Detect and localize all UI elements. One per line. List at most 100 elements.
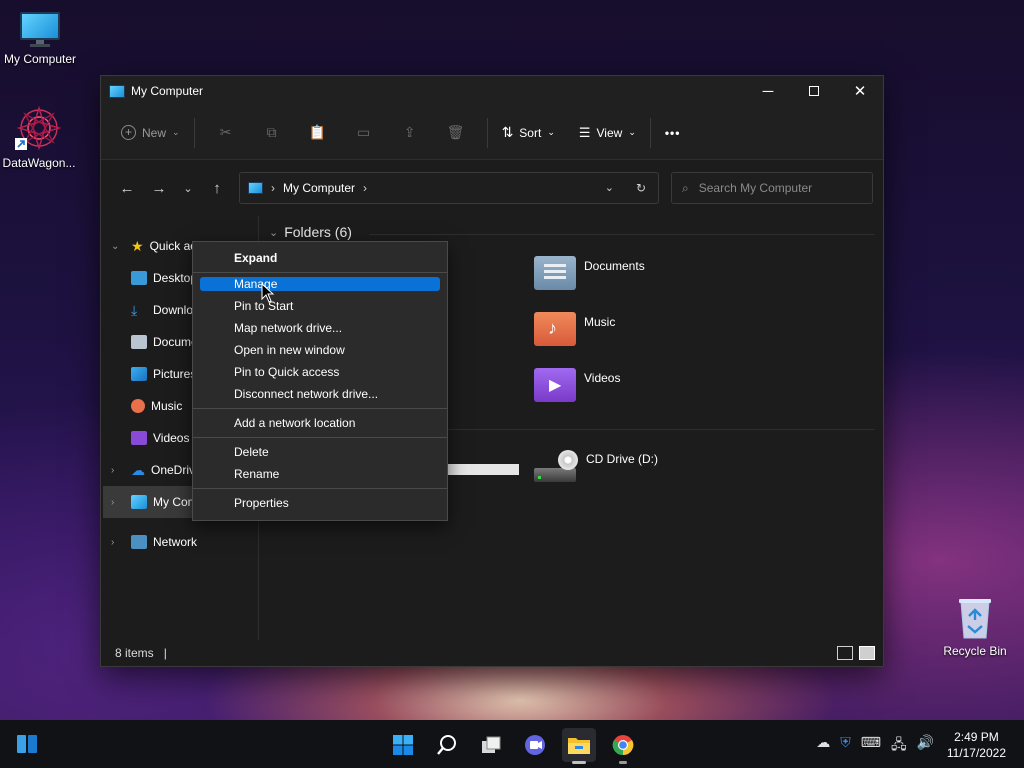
menu-item-manage[interactable]: Manage bbox=[200, 277, 440, 291]
group-divider bbox=[369, 234, 875, 235]
star-icon: ★ bbox=[131, 237, 144, 254]
widgets-button[interactable] bbox=[16, 733, 38, 755]
taskbar: ☁ ⛨ ⌨ 🖧 🔊 2:49 PM 11/17/2022 bbox=[0, 720, 1024, 768]
menu-item-add-network-location[interactable]: Add a network location bbox=[200, 412, 440, 434]
cut-button[interactable]: ✂ bbox=[203, 118, 249, 148]
drive-cd[interactable]: CD Drive (D:) bbox=[534, 448, 658, 484]
chevron-down-icon: ⌄ bbox=[111, 240, 120, 252]
sidebar-item-label: Music bbox=[151, 399, 183, 413]
cd-drive-icon bbox=[534, 448, 578, 484]
arrow-up-icon: ↑ bbox=[213, 179, 221, 197]
task-view-button[interactable] bbox=[474, 728, 508, 762]
arrow-left-icon: ← bbox=[119, 179, 135, 197]
trash-icon: 🗑 bbox=[446, 124, 465, 140]
up-button[interactable]: ↑ bbox=[201, 173, 233, 203]
title-bar[interactable]: My Computer ─ ✕ bbox=[101, 76, 883, 106]
menu-item-map-network-drive[interactable]: Map network drive... bbox=[200, 317, 440, 339]
recycle-bin-icon bbox=[955, 596, 995, 640]
videos-folder-icon: ▶ bbox=[534, 368, 576, 402]
videos-icon bbox=[131, 431, 147, 445]
folder-music[interactable]: ♪ Music bbox=[534, 312, 615, 346]
breadcrumb-chevron-icon: › bbox=[271, 181, 275, 195]
clock[interactable]: 2:49 PM 11/17/2022 bbox=[947, 729, 1006, 761]
monitor-icon bbox=[248, 182, 263, 194]
arrow-right-icon: → bbox=[151, 179, 167, 197]
volume-icon[interactable]: 🔊 bbox=[917, 734, 934, 758]
sidebar-item-label: Pictures bbox=[153, 367, 197, 381]
search-input[interactable]: ⌕ Search My Computer bbox=[671, 172, 873, 204]
menu-item-delete[interactable]: Delete bbox=[200, 441, 440, 463]
minimize-button[interactable]: ─ bbox=[745, 76, 791, 106]
minimize-icon: ─ bbox=[762, 82, 774, 100]
menu-item-pin-to-quick-access[interactable]: Pin to Quick access bbox=[200, 361, 440, 383]
folder-label: Documents bbox=[584, 259, 645, 273]
network-icon[interactable]: 🖧 bbox=[891, 734, 907, 758]
menu-separator bbox=[193, 488, 447, 489]
teams-chat-icon bbox=[525, 735, 545, 755]
keyboard-icon[interactable]: ⌨ bbox=[861, 734, 881, 758]
desktop-icon-datawagon[interactable]: DataWagon... bbox=[0, 104, 79, 170]
sort-label: Sort bbox=[519, 125, 542, 140]
desktop-icon-recycle-bin[interactable]: Recycle Bin bbox=[935, 596, 1015, 658]
address-dropdown-icon[interactable]: ⌄ bbox=[605, 181, 614, 195]
paste-button[interactable]: 📋 bbox=[295, 118, 341, 148]
close-button[interactable]: ✕ bbox=[837, 76, 883, 106]
file-explorer-icon bbox=[568, 738, 590, 754]
menu-item-properties[interactable]: Properties bbox=[200, 492, 440, 514]
forward-button[interactable]: → bbox=[143, 173, 175, 203]
sort-button[interactable]: ⇅ Sort ⌄ bbox=[496, 118, 561, 148]
search-icon: ⌕ bbox=[682, 180, 689, 195]
address-bar[interactable]: › My Computer › ⌄ ↻ bbox=[239, 172, 659, 204]
search-button[interactable] bbox=[430, 728, 464, 762]
view-button[interactable]: ☰ View ⌄ bbox=[573, 118, 642, 148]
chat-button[interactable] bbox=[518, 728, 552, 762]
folder-videos[interactable]: ▶ Videos bbox=[534, 368, 620, 402]
group-header[interactable]: ⌄ Folders (6) bbox=[269, 224, 352, 240]
desktop-icon-label: DataWagon... bbox=[2, 156, 76, 170]
cloud-offline-icon[interactable]: ☁ bbox=[816, 734, 830, 758]
file-explorer-button[interactable] bbox=[562, 728, 596, 764]
maximize-button[interactable] bbox=[791, 76, 837, 106]
back-button[interactable]: ← bbox=[111, 173, 143, 203]
close-icon: ✕ bbox=[853, 83, 867, 100]
start-button[interactable] bbox=[386, 728, 420, 762]
more-dots-icon: ••• bbox=[664, 125, 681, 140]
sidebar-item-network[interactable]: › Network bbox=[101, 526, 258, 558]
chrome-button[interactable] bbox=[606, 728, 640, 764]
clock-time: 2:49 PM bbox=[954, 730, 999, 744]
menu-item-expand[interactable]: Expand bbox=[200, 246, 440, 269]
copy-button[interactable]: ⧉ bbox=[249, 118, 295, 148]
breadcrumb[interactable]: My Computer bbox=[283, 181, 355, 195]
folder-documents[interactable]: Documents bbox=[534, 256, 645, 290]
chevron-right-icon: › bbox=[111, 496, 115, 508]
documents-folder-icon bbox=[534, 256, 576, 290]
monitor-icon bbox=[131, 495, 147, 509]
menu-item-open-in-new-window[interactable]: Open in new window bbox=[200, 339, 440, 361]
tiles-view-icon[interactable] bbox=[859, 646, 875, 660]
chevron-right-icon: › bbox=[111, 464, 115, 476]
menu-item-pin-to-start[interactable]: Pin to Start bbox=[200, 295, 440, 317]
desktop-icon-my-computer[interactable]: My Computer bbox=[0, 10, 80, 66]
chevron-down-icon: ⌄ bbox=[172, 127, 180, 137]
view-list-icon: ☰ bbox=[578, 124, 591, 140]
sort-arrows-icon: ⇅ bbox=[501, 124, 514, 140]
menu-item-rename[interactable]: Rename bbox=[200, 463, 440, 485]
security-shield-icon[interactable]: ⛨ bbox=[840, 734, 851, 758]
more-options-button[interactable]: ••• bbox=[659, 118, 687, 148]
breadcrumb-chevron-icon: › bbox=[363, 181, 368, 195]
search-icon bbox=[437, 735, 456, 755]
delete-button[interactable]: 🗑 bbox=[433, 118, 479, 148]
rename-button[interactable]: ▭ bbox=[341, 118, 387, 148]
details-view-icon[interactable] bbox=[837, 646, 853, 660]
copy-icon: ⧉ bbox=[266, 124, 277, 140]
new-button[interactable]: + New ⌄ bbox=[115, 118, 186, 148]
share-button[interactable]: ⇪ bbox=[387, 118, 433, 148]
mandala-shortcut-icon bbox=[15, 104, 63, 152]
refresh-icon[interactable]: ↻ bbox=[636, 181, 646, 195]
status-separator: | bbox=[163, 646, 167, 660]
menu-item-disconnect-network-drive[interactable]: Disconnect network drive... bbox=[200, 383, 440, 405]
address-row: ← → ⌄ ↑ › My Computer › ⌄ ↻ ⌕ Search My … bbox=[101, 160, 883, 216]
start-icon bbox=[393, 735, 413, 755]
recent-locations-button[interactable]: ⌄ bbox=[175, 173, 201, 203]
plus-circle-icon: + bbox=[121, 125, 136, 140]
